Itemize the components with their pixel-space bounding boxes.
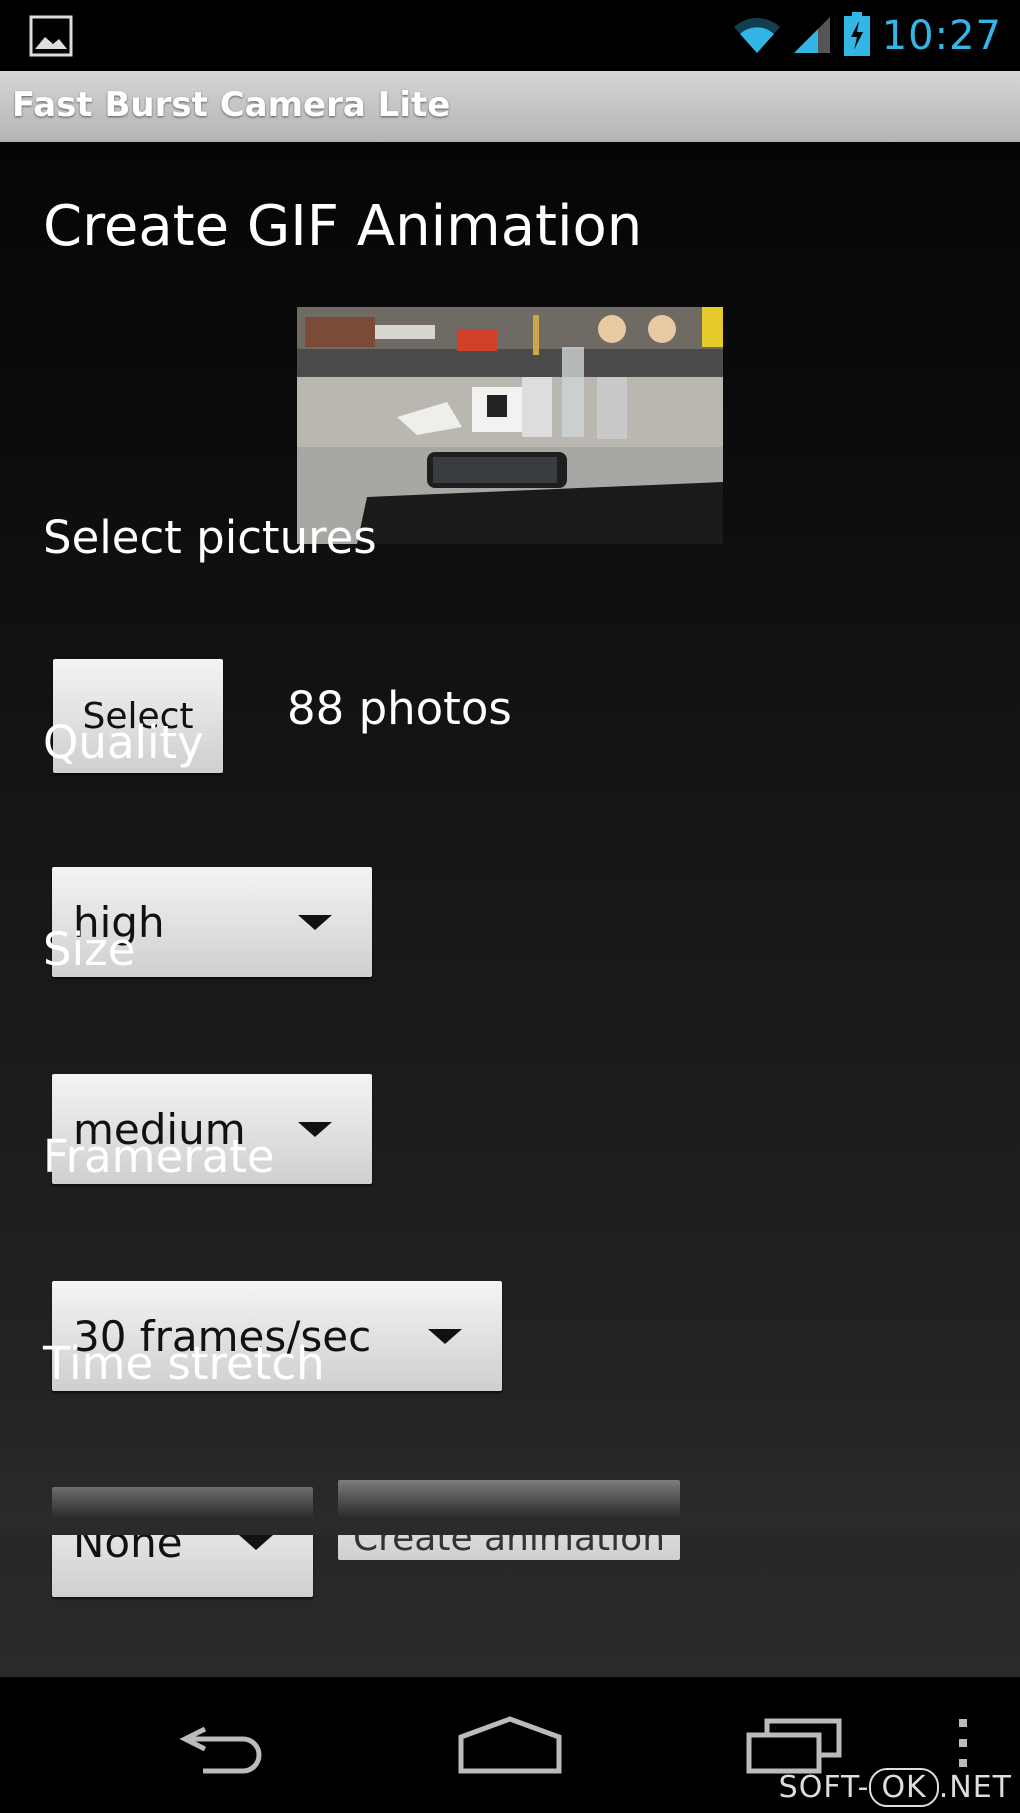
chevron-down-icon xyxy=(239,1535,273,1550)
size-label: Size xyxy=(43,923,136,976)
chevron-down-icon xyxy=(298,915,332,930)
watermark-left: SOFT- xyxy=(778,1770,870,1805)
chevron-down-icon xyxy=(298,1122,332,1137)
status-clock: 10:27 xyxy=(881,13,1002,59)
app-title: Fast Burst Camera Lite xyxy=(12,85,451,125)
framerate-label: Framerate xyxy=(43,1130,275,1183)
watermark: SOFT- OK .NET xyxy=(778,1768,1012,1807)
battery-charging-icon xyxy=(842,11,872,61)
watermark-middle: OK xyxy=(869,1768,939,1807)
select-pictures-label: Select pictures xyxy=(43,511,377,564)
time-stretch-label: Time stretch xyxy=(43,1337,325,1390)
quality-label: Quality xyxy=(43,716,204,769)
chevron-down-icon xyxy=(428,1329,462,1344)
photo-count: 88 photos xyxy=(287,682,512,735)
gallery-icon xyxy=(29,15,73,61)
wifi-icon xyxy=(732,13,782,59)
page-title: Create GIF Animation xyxy=(43,194,643,259)
preview-image xyxy=(297,307,723,544)
back-icon[interactable] xyxy=(175,1715,275,1779)
navigation-bar: SOFT- OK .NET xyxy=(0,1677,1020,1813)
status-bar: 10:27 xyxy=(0,0,1020,71)
watermark-right: .NET xyxy=(938,1770,1012,1805)
home-icon[interactable] xyxy=(457,1715,563,1779)
action-bar: Fast Burst Camera Lite xyxy=(0,71,1020,142)
signal-icon xyxy=(792,13,832,59)
scroll-fade xyxy=(0,1425,1020,1535)
